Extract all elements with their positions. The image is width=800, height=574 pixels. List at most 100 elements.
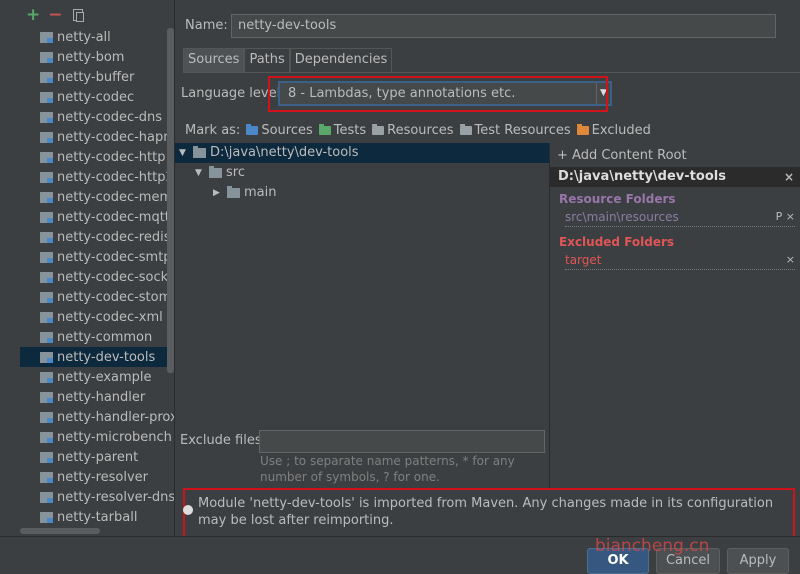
module-item[interactable]: netty-codec	[20, 87, 174, 107]
maven-notice-text: Module 'netty-dev-tools' is imported fro…	[198, 496, 774, 528]
module-item[interactable]: netty-codec-dns	[20, 107, 174, 127]
module-item[interactable]: netty-codec-stomp	[20, 287, 174, 307]
excluded-folders-title: Excluded Folders	[559, 235, 675, 249]
module-label: netty-codec-stomp	[57, 289, 174, 305]
close-icon[interactable]: ×	[784, 167, 794, 187]
module-item[interactable]: netty-resolver-dns	[20, 487, 174, 507]
module-item[interactable]: netty-codec-http	[20, 147, 174, 167]
mark-resources-button[interactable]: Resources	[372, 122, 454, 138]
close-icon[interactable]: ×	[786, 253, 795, 266]
module-label: netty-parent	[57, 449, 139, 465]
module-icon	[40, 91, 53, 103]
mark-excluded-label: Excluded	[591, 122, 651, 138]
tab-sources[interactable]: Sources	[183, 48, 245, 72]
module-icon	[40, 331, 53, 343]
module-item[interactable]: netty-buffer	[20, 67, 174, 87]
tab-paths[interactable]: Paths	[244, 48, 290, 72]
module-label: netty-handler-proxy	[57, 409, 174, 425]
mark-sources-button[interactable]: Sources	[246, 122, 313, 138]
module-icon	[40, 211, 53, 223]
mark-test-resources-label: Test Resources	[474, 122, 571, 138]
source-tree: ▼ D:\java\netty\dev-tools ▼ src ▶ main	[175, 143, 549, 423]
name-input[interactable]: netty-dev-tools	[231, 14, 776, 38]
module-label: netty-bom	[57, 49, 125, 65]
language-level-highlight	[268, 76, 608, 112]
module-icon	[40, 491, 53, 503]
module-item[interactable]: netty-handler	[20, 387, 174, 407]
module-label: netty-codec-haproxy	[57, 129, 174, 145]
mark-tests-label: Tests	[333, 122, 367, 138]
name-label: Name:	[185, 18, 228, 33]
tree-root-label: D:\java\netty\dev-tools	[210, 145, 359, 160]
module-icon	[40, 271, 53, 283]
module-item[interactable]: netty-bom	[20, 47, 174, 67]
module-item[interactable]: netty-all	[20, 27, 174, 47]
folder-icon	[193, 146, 206, 158]
mark-excluded-button[interactable]: Excluded	[576, 122, 651, 138]
tab-dependencies[interactable]: Dependencies	[289, 48, 393, 72]
module-item[interactable]: netty-codec-smtp	[20, 247, 174, 267]
module-item[interactable]: netty-microbench	[20, 427, 174, 447]
apply-button[interactable]: Apply	[727, 548, 789, 574]
resource-folder-label: src\main\resources	[565, 210, 679, 224]
module-label: netty-codec-dns	[57, 109, 163, 125]
tree-src-label: src	[226, 165, 245, 180]
module-icon	[40, 71, 53, 83]
module-item[interactable]: netty-example	[20, 367, 174, 387]
module-item[interactable]: netty-resolver	[20, 467, 174, 487]
excluded-folder-item[interactable]: target ×	[565, 253, 795, 270]
module-icon	[40, 351, 53, 363]
sources-folder-icon	[246, 123, 259, 135]
exclude-files-input[interactable]	[259, 430, 545, 453]
mark-resources-label: Resources	[387, 122, 454, 138]
module-item[interactable]: netty-common	[20, 327, 174, 347]
module-icon	[40, 511, 53, 523]
add-content-root-button[interactable]: + Add Content Root	[557, 147, 687, 165]
module-icon	[40, 391, 53, 403]
expand-arrow-icon[interactable]: ▼	[195, 163, 209, 183]
module-item[interactable]: netty-parent	[20, 447, 174, 467]
module-item[interactable]: netty-codec-haproxy	[20, 127, 174, 147]
excluded-folder-icon	[576, 123, 589, 135]
add-icon[interactable]: +	[26, 7, 40, 24]
exclude-files-hint: Use ; to separate name patterns, * for a…	[260, 454, 515, 484]
mark-tests-button[interactable]: Tests	[318, 122, 367, 138]
module-item[interactable]: netty-codec-xml	[20, 307, 174, 327]
tree-row-root[interactable]: ▼ D:\java\netty\dev-tools	[175, 143, 549, 163]
expand-arrow-icon[interactable]: ▼	[179, 143, 193, 163]
module-label: netty-all	[57, 29, 111, 45]
mark-sources-label: Sources	[261, 122, 313, 138]
module-list-hscrollbar[interactable]	[20, 528, 100, 534]
module-item[interactable]: netty-codec-memcache	[20, 187, 174, 207]
tab-bar: Sources Paths Dependencies	[183, 48, 393, 72]
module-toolbar: + −	[26, 6, 84, 24]
module-list-scrollbar[interactable]	[167, 28, 174, 373]
collapse-arrow-icon[interactable]: ▶	[213, 183, 227, 203]
tree-row-main[interactable]: ▶ main	[213, 183, 276, 203]
module-label: netty-codec-mqtt	[57, 209, 170, 225]
module-icon	[40, 431, 53, 443]
resource-folder-item[interactable]: src\main\resources P ×	[565, 210, 795, 227]
module-label: netty-buffer	[57, 69, 135, 85]
content-root-path[interactable]: D:\java\netty\dev-tools ×	[549, 167, 800, 187]
watermark: biancheng.cn	[595, 536, 710, 556]
module-item[interactable]: netty-codec-http2	[20, 167, 174, 187]
remove-icon[interactable]: −	[48, 7, 62, 24]
module-item[interactable]: netty-codec-socks	[20, 267, 174, 287]
module-label: netty-codec-xml	[57, 309, 163, 325]
resource-folders-title: Resource Folders	[559, 192, 676, 206]
module-item[interactable]: netty-codec-mqtt	[20, 207, 174, 227]
module-item[interactable]: netty-codec-redis	[20, 227, 174, 247]
module-item[interactable]: netty-handler-proxy	[20, 407, 174, 427]
module-item[interactable]: netty-dev-tools	[20, 347, 174, 367]
excluded-folder-label: target	[565, 253, 602, 267]
folder-icon	[227, 186, 240, 198]
properties-close-icon[interactable]: P ×	[776, 210, 795, 223]
module-list: netty-all netty-bom netty-buffer netty-code…	[20, 27, 174, 527]
module-label: netty-dev-tools	[57, 349, 156, 365]
mark-test-resources-button[interactable]: Test Resources	[459, 122, 571, 138]
tree-row-src[interactable]: ▼ src	[195, 163, 245, 183]
copy-icon[interactable]	[72, 9, 84, 22]
module-icon	[40, 371, 53, 383]
module-item[interactable]: netty-tarball	[20, 507, 174, 527]
